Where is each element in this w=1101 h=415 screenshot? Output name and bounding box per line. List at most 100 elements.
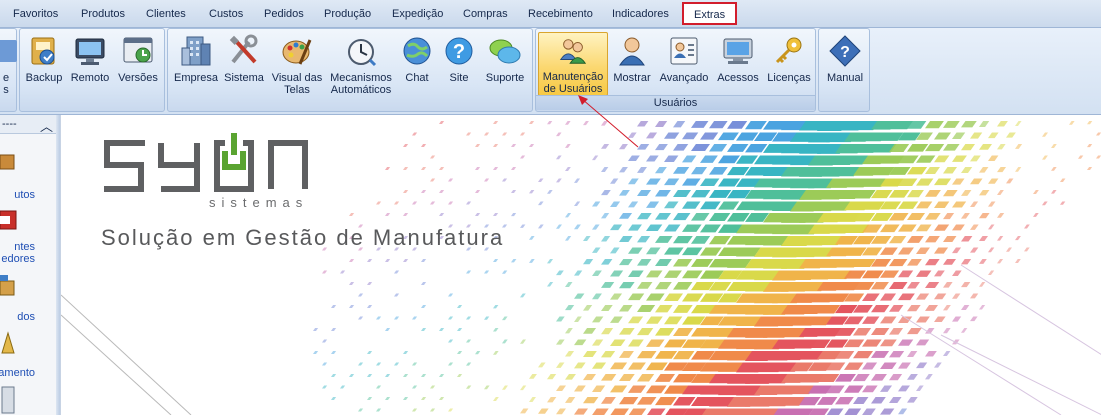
decorative-tile (646, 293, 665, 301)
decorative-tile (907, 167, 928, 175)
partial-button[interactable]: e s (0, 32, 17, 96)
decorative-tile (610, 408, 630, 415)
decorative-tile (412, 362, 418, 366)
chevron-up-icon[interactable]: ︿ (40, 116, 53, 135)
ribbon-group-partial: e s (0, 28, 17, 112)
tab-favoritos[interactable]: Favoritos (7, 4, 64, 24)
decorative-tile (889, 374, 903, 381)
decorative-tile (691, 167, 708, 175)
decorative-tile (556, 270, 564, 276)
decorative-tile (493, 167, 499, 170)
decorative-tile (1015, 259, 1021, 263)
decorative-tile (1015, 121, 1022, 127)
decorative-tile (493, 121, 499, 124)
decorative-tile (583, 259, 594, 265)
decorative-tile (709, 144, 728, 152)
decorative-tile (1024, 224, 1030, 229)
chat-button[interactable]: Chat (396, 32, 438, 96)
decorative-tile (484, 178, 490, 182)
tab-recebimento[interactable]: Recebimento (522, 4, 599, 24)
decorative-tile (628, 270, 644, 277)
tab-custos[interactable]: Custos (203, 4, 249, 24)
empresa-button[interactable]: Empresa (172, 32, 220, 96)
decorative-tile (898, 385, 910, 392)
decorative-tile (925, 374, 933, 380)
tab-expedicao[interactable]: Expedição (386, 4, 449, 24)
tab-pedidos[interactable]: Pedidos (258, 4, 310, 24)
decorative-tile (997, 121, 1008, 127)
decorative-tile (574, 293, 585, 299)
decorative-tile (592, 224, 600, 230)
tab-extras[interactable]: Extras (682, 2, 738, 25)
decorative-tile (592, 270, 602, 277)
decorative-tile (997, 190, 1004, 195)
svg-text:?: ? (840, 44, 850, 61)
decorative-tile (403, 351, 409, 354)
decorative-tile (610, 362, 628, 370)
visual-telas-button[interactable]: Visual das Telas (268, 32, 326, 96)
tab-compras[interactable]: Compras (457, 4, 514, 24)
decorative-tile (943, 282, 953, 288)
partial-label: e s (2, 72, 10, 96)
decorative-tile (529, 259, 535, 263)
decorative-tile (385, 259, 391, 262)
decorative-tile (988, 201, 996, 207)
decorative-tile (583, 397, 599, 404)
decorative-tile (646, 316, 663, 324)
mostrar-button[interactable]: Mostrar (610, 32, 654, 96)
mostrar-label: Mostrar (613, 72, 651, 84)
licencas-button[interactable]: Licenças (764, 32, 814, 96)
decorative-tile (871, 351, 890, 358)
manutencao-usuarios-button[interactable]: Manutenção de Usuários (538, 32, 608, 96)
decorative-tile (619, 397, 639, 405)
decorative-line (61, 294, 192, 415)
decorative-tile (1087, 144, 1093, 148)
decorative-tile (403, 213, 409, 216)
tab-clientes[interactable]: Clientes (140, 4, 192, 24)
decorative-tile (628, 247, 643, 254)
manual-button[interactable]: ? Manual (823, 32, 867, 96)
decorative-tile (529, 190, 535, 194)
decorative-tile (502, 339, 508, 344)
tab-producao[interactable]: Produção (318, 4, 377, 24)
decorative-tile (979, 305, 986, 310)
decorative-tile (907, 213, 926, 221)
decorative-tile (853, 374, 870, 382)
decorative-tile (943, 259, 957, 265)
decorative-tile (646, 362, 668, 371)
decorative-tile (979, 167, 989, 173)
site-button[interactable]: ? Site (440, 32, 478, 96)
decorative-tile (349, 374, 355, 377)
nav-item-planejamento[interactable]: amento (0, 329, 56, 381)
tab-indicadores[interactable]: Indicadores (606, 4, 675, 24)
decorative-tile (664, 270, 682, 278)
remoto-button[interactable]: Remoto (68, 32, 112, 96)
decorative-tile (529, 144, 535, 147)
decorative-tile (358, 293, 364, 297)
document-icon (1, 386, 15, 414)
decorative-tile (916, 224, 932, 232)
versoes-button[interactable]: Versões (114, 32, 162, 96)
nav-item-produtos[interactable]: utos (0, 149, 56, 201)
nav-item-clientes[interactable]: ntes edores (0, 207, 56, 267)
decorative-tile (925, 121, 944, 129)
decorative-tile (646, 339, 665, 347)
acessos-button[interactable]: Acessos (714, 32, 762, 96)
ribbon-group-manual: ? Manual (818, 28, 870, 112)
nav-item-more[interactable] (0, 385, 56, 415)
avancado-button[interactable]: Avançado (656, 32, 712, 96)
decorative-tile (448, 201, 454, 205)
decorative-tile (673, 282, 693, 290)
suporte-button[interactable]: Suporte (480, 32, 530, 96)
decorative-tile (709, 190, 732, 198)
decorative-tile (655, 236, 673, 243)
decorative-tile (421, 190, 427, 193)
backup-button[interactable]: Backup (22, 32, 66, 96)
decorative-tile (493, 144, 499, 147)
mecanismos-button[interactable]: Mecanismos Automáticos (328, 32, 394, 96)
tab-produtos[interactable]: Produtos (75, 4, 131, 24)
nav-item-pedidos[interactable]: dos (0, 275, 56, 327)
decorative-tile (475, 190, 481, 193)
decorative-tile (403, 144, 409, 147)
sistema-button[interactable]: Sistema (222, 32, 266, 96)
